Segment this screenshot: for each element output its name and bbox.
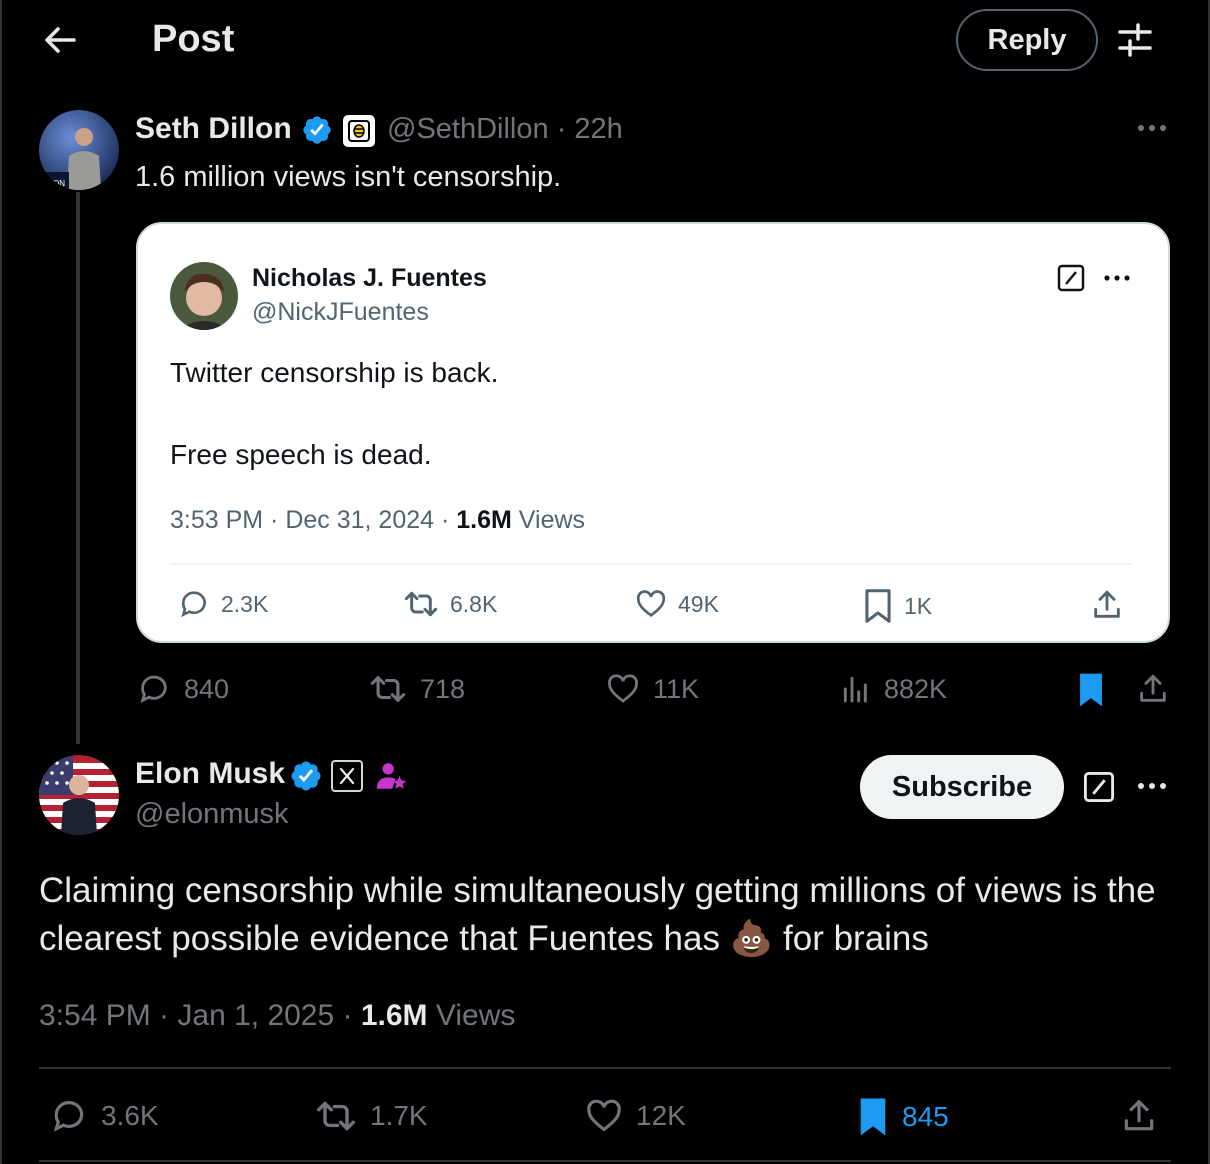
text-after-emoji: for brains	[773, 919, 929, 958]
main-timestamp[interactable]: 3:54 PM · Jan 1, 2025 ·	[39, 999, 361, 1032]
repost-icon	[368, 672, 408, 706]
bottom-divider	[39, 1160, 1171, 1162]
quoted-share-icon[interactable]	[1090, 588, 1124, 622]
more-icon[interactable]	[1136, 116, 1168, 140]
quoted-more-icon[interactable]	[1102, 266, 1132, 290]
quoted-reply-action[interactable]: 2.3K	[177, 588, 268, 620]
bookmark-filled-icon	[856, 1097, 890, 1137]
main-views-label: Views	[427, 999, 516, 1032]
like-icon	[634, 588, 668, 620]
reply-icon	[177, 588, 211, 620]
main-share-icon[interactable]	[1120, 1097, 1158, 1135]
babylon-bee-icon	[343, 115, 375, 147]
main-repost-count: 1.7K	[370, 1100, 428, 1131]
reply-button[interactable]: Reply	[956, 9, 1098, 71]
quoted-repost-count: 6.8K	[450, 590, 498, 617]
grok-icon[interactable]	[1082, 770, 1116, 804]
avatar-nicholas-fuentes[interactable]	[170, 262, 238, 330]
affiliate-icon	[374, 759, 408, 793]
repost-action[interactable]: 718	[368, 672, 465, 706]
separator: ·	[556, 113, 567, 145]
main-bookmark-action[interactable]: 845	[856, 1097, 949, 1137]
quoted-meta: 3:53 PM · Dec 31, 2024 · 1.6M Views	[170, 506, 585, 535]
repost-icon	[314, 1097, 358, 1135]
quoted-views-label: Views	[511, 506, 586, 534]
quoted-reply-count: 2.3K	[221, 590, 269, 617]
post-text: 1.6 million views isn't censorship.	[135, 161, 562, 193]
main-repost-action[interactable]: 1.7K	[314, 1097, 428, 1135]
bookmark-icon	[862, 588, 894, 624]
post-screen: Post Reply ON Seth Dillon @SethDillon · …	[0, 0, 1210, 1164]
quoted-timestamp[interactable]: 3:53 PM · Dec 31, 2024 ·	[170, 506, 456, 534]
main-views-count: 1.6M	[360, 999, 428, 1032]
main-post-meta: 3:54 PM · Jan 1, 2025 · 1.6M Views	[39, 999, 515, 1033]
quoted-author-name[interactable]: Nicholas J. Fuentes	[252, 264, 487, 293]
views-icon	[840, 672, 872, 706]
quoted-author-handle[interactable]: @NickJFuentes	[252, 298, 429, 327]
share-icon[interactable]	[1136, 672, 1170, 706]
quoted-bookmark-count: 1K	[904, 592, 933, 619]
main-author-handle[interactable]: @elonmusk	[135, 798, 289, 831]
verified-badge-icon	[301, 114, 333, 146]
grok-icon[interactable]	[1056, 263, 1086, 293]
divider	[39, 1067, 1171, 1069]
avatar-seth-dillon[interactable]: ON	[39, 110, 119, 190]
x-logo-icon	[331, 760, 363, 792]
thread-line	[76, 192, 80, 744]
main-post-text-line1: Claiming censorship while simultaneously…	[39, 871, 1156, 910]
poop-emoji: 💩	[729, 919, 774, 958]
verified-badge-icon	[289, 759, 323, 793]
quoted-bookmark-action[interactable]: 1K	[862, 588, 932, 624]
page-title: Post	[152, 18, 235, 60]
repost-icon	[402, 588, 440, 620]
quoted-views-count: 1.6M	[456, 506, 512, 534]
quoted-like-count: 49K	[678, 590, 719, 617]
like-icon	[584, 1097, 624, 1135]
avatar-elon-musk[interactable]	[39, 755, 119, 835]
time-ago[interactable]: 22h	[574, 113, 622, 145]
views-action[interactable]: 882K	[840, 672, 947, 706]
quoted-text-line2: Free speech is dead.	[170, 439, 432, 470]
quoted-divider	[170, 563, 1132, 565]
like-action[interactable]: 11K	[605, 672, 699, 706]
subscribe-button[interactable]: Subscribe	[860, 755, 1064, 819]
main-like-count: 12K	[636, 1100, 686, 1131]
text-before-emoji: clearest possible evidence that Fuentes …	[39, 919, 730, 958]
main-reply-count: 3.6K	[101, 1100, 159, 1131]
reply-icon	[136, 672, 172, 706]
main-more-icon[interactable]	[1136, 774, 1168, 798]
reply-icon	[49, 1097, 89, 1135]
quoted-text-line1: Twitter censorship is back.	[170, 357, 499, 388]
quoted-repost-action[interactable]: 6.8K	[402, 588, 497, 620]
main-post-text-line2: clearest possible evidence that Fuentes …	[39, 915, 929, 963]
repost-count: 718	[420, 673, 466, 704]
reply-action[interactable]: 840	[136, 672, 229, 706]
svg-text:ON: ON	[53, 179, 65, 188]
filter-icon[interactable]	[1114, 20, 1156, 60]
like-count: 11K	[653, 673, 700, 704]
view-count: 882K	[884, 673, 948, 704]
main-bookmark-count: 845	[902, 1101, 949, 1132]
main-like-action[interactable]: 12K	[584, 1097, 686, 1135]
reply-count: 840	[184, 673, 230, 704]
bookmark-filled-icon[interactable]	[1076, 672, 1106, 708]
quoted-like-action[interactable]: 49K	[634, 588, 719, 620]
author-name[interactable]: Seth Dillon	[135, 112, 292, 146]
like-icon	[605, 672, 641, 706]
main-reply-action[interactable]: 3.6K	[49, 1097, 159, 1135]
main-author-name[interactable]: Elon Musk	[135, 757, 285, 791]
author-handle[interactable]: @SethDillon	[387, 113, 549, 145]
back-arrow-icon[interactable]	[40, 22, 80, 58]
